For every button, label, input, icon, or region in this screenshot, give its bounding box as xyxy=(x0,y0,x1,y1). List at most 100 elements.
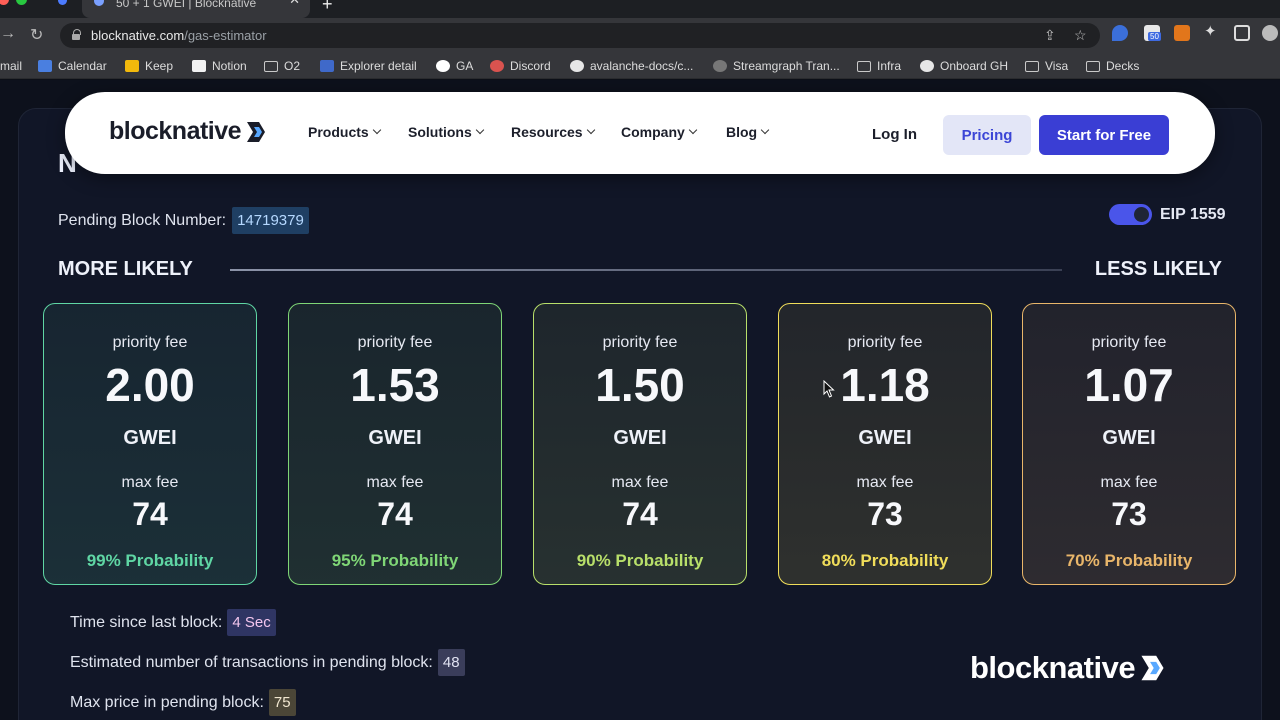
browser-tab-active[interactable]: 50 + 1 GWEI | Blocknative ✕ xyxy=(82,0,310,18)
nav-blog[interactable]: Blog xyxy=(726,124,770,140)
browser-toolbar: → ↻ blocknative.com/gas-estimator ⇪ ☆ 50… xyxy=(0,18,1280,53)
github-icon xyxy=(570,60,584,72)
chevron-down-icon xyxy=(688,125,698,135)
gwei-unit: GWEI xyxy=(613,427,667,449)
folder-icon xyxy=(1086,60,1100,72)
url-text[interactable]: blocknative.com/gas-estimator xyxy=(91,28,267,43)
bookmarks-bar: mail Calendar Keep Notion O2 Explorer de… xyxy=(0,53,1280,79)
tab-title: 50 + 1 GWEI | Blocknative xyxy=(116,0,257,10)
estimate-card-95[interactable]: priority fee 1.53 GWEI max fee 74 95% Pr… xyxy=(288,303,502,585)
site-logo[interactable]: blocknative xyxy=(109,117,267,146)
bookmark-discord[interactable]: Discord xyxy=(490,58,551,74)
watermark-logo: blocknative xyxy=(970,650,1166,686)
max-fee-label: max fee xyxy=(1100,474,1158,491)
bookmark-streamgraph[interactable]: Streamgraph Tran... xyxy=(713,58,840,74)
extension-shield-icon[interactable] xyxy=(1112,25,1128,41)
gwei-unit: GWEI xyxy=(368,427,422,449)
priority-fee-label: priority fee xyxy=(602,334,678,351)
nav-company[interactable]: Company xyxy=(621,124,698,140)
estimated-transactions: Estimated number of transactions in pend… xyxy=(70,649,465,676)
maximize-window-icon[interactable] xyxy=(16,0,27,5)
estimate-card-70[interactable]: priority fee 1.07 GWEI max fee 73 70% Pr… xyxy=(1022,303,1236,585)
priority-fee-value: 1.18 xyxy=(840,359,930,411)
google-icon xyxy=(436,60,450,72)
nav-products[interactable]: Products xyxy=(308,124,381,140)
pending-block: Pending Block Number: 14719379 xyxy=(58,207,309,234)
bookmark-infra[interactable]: Infra xyxy=(857,58,901,74)
max-fee-label: max fee xyxy=(366,474,424,491)
nav-resources[interactable]: Resources xyxy=(511,124,595,140)
tab-favicon-icon[interactable] xyxy=(58,0,67,5)
watermark-text: blocknative xyxy=(970,650,1136,685)
profile-avatar[interactable] xyxy=(1262,25,1278,41)
max-fee-value: 73 xyxy=(867,496,903,532)
eip1559-toggle[interactable] xyxy=(1109,204,1152,225)
probability-label: 95% Probability xyxy=(331,551,459,570)
new-tab-icon[interactable]: + xyxy=(322,0,333,15)
max-fee-value: 73 xyxy=(1111,496,1147,532)
priority-fee-value: 1.07 xyxy=(1084,359,1174,411)
estimate-card-90[interactable]: priority fee 1.50 GWEI max fee 74 90% Pr… xyxy=(533,303,747,585)
nav-solutions[interactable]: Solutions xyxy=(408,124,485,140)
likelihood-scale: MORE LIKELY LESS LIKELY xyxy=(58,258,1222,282)
probability-label: 80% Probability xyxy=(821,551,949,570)
site-navbar: blocknative Products Solutions Resources… xyxy=(65,92,1215,174)
start-for-free-button[interactable]: Start for Free xyxy=(1039,115,1169,155)
gwei-unit: GWEI xyxy=(858,427,912,449)
time-since-value: 4 Sec xyxy=(227,609,276,636)
pending-block-label: Pending Block Number: xyxy=(58,211,227,229)
login-link[interactable]: Log In xyxy=(872,126,917,143)
bookmark-decks[interactable]: Decks xyxy=(1086,58,1139,74)
bookmark-avalanche-docs[interactable]: avalanche-docs/c... xyxy=(570,58,693,74)
blocknative-favicon-icon xyxy=(94,0,104,6)
max-price-pending: Max price in pending block: 75 xyxy=(70,689,296,716)
bookmark-notion[interactable]: Notion xyxy=(192,58,247,74)
folder-icon xyxy=(857,60,871,72)
bookmark-calendar[interactable]: Calendar xyxy=(38,58,107,74)
likelihood-divider xyxy=(230,269,1062,271)
probability-label: 90% Probability xyxy=(576,551,704,570)
bookmark-keep[interactable]: Keep xyxy=(125,58,173,74)
bookmark-visa[interactable]: Visa xyxy=(1025,58,1068,74)
bookmark-mail[interactable]: mail xyxy=(0,58,22,74)
estimate-card-99[interactable]: priority fee 2.00 GWEI max fee 74 99% Pr… xyxy=(43,303,257,585)
bookmark-onboard-gh[interactable]: Onboard GH xyxy=(920,58,1008,74)
extension-badge-icon[interactable]: 50 xyxy=(1144,25,1161,41)
metamask-icon[interactable] xyxy=(1174,25,1190,41)
chevron-down-icon xyxy=(372,125,381,135)
bookmark-star-icon[interactable]: ☆ xyxy=(1074,27,1087,44)
chevron-down-icon xyxy=(586,125,595,135)
sidepanel-icon[interactable] xyxy=(1234,25,1250,41)
priority-fee-value: 1.53 xyxy=(350,359,440,411)
bookmark-explorer-detail[interactable]: Explorer detail xyxy=(320,58,417,74)
pricing-button[interactable]: Pricing xyxy=(943,115,1031,155)
extensions-puzzle-icon[interactable]: ✦ xyxy=(1204,22,1220,40)
gwei-unit: GWEI xyxy=(123,427,177,449)
time-since-last-block: Time since last block: 4 Sec xyxy=(70,609,276,636)
logo-text: blocknative xyxy=(109,117,242,145)
bookmark-o2[interactable]: O2 xyxy=(264,58,300,74)
probability-label: 70% Probability xyxy=(1065,551,1193,570)
close-tab-icon[interactable]: ✕ xyxy=(289,0,300,6)
address-bar[interactable]: blocknative.com/gas-estimator ⇪ ☆ xyxy=(60,23,1100,48)
lock-icon xyxy=(72,29,81,40)
forward-icon[interactable]: → xyxy=(0,25,16,43)
share-icon[interactable]: ⇪ xyxy=(1044,27,1056,44)
calendar-icon xyxy=(38,60,52,72)
priority-fee-label: priority fee xyxy=(112,334,188,351)
blocknative-logo-icon xyxy=(247,121,266,142)
keep-icon xyxy=(125,60,139,72)
extension-badge-count: 50 xyxy=(1148,32,1161,41)
github-icon xyxy=(920,60,934,72)
close-window-icon[interactable] xyxy=(0,0,9,5)
priority-fee-value: 1.50 xyxy=(595,359,685,411)
max-fee-value: 74 xyxy=(622,496,658,532)
folder-icon xyxy=(1025,60,1039,72)
estimate-card-80[interactable]: priority fee 1.18 GWEI max fee 73 80% Pr… xyxy=(778,303,992,585)
reload-icon[interactable]: ↻ xyxy=(30,25,43,45)
priority-fee-label: priority fee xyxy=(847,334,923,351)
max-fee-label: max fee xyxy=(121,474,179,491)
bookmark-ga[interactable]: GA xyxy=(436,58,473,74)
estimated-transactions-value: 48 xyxy=(437,649,465,676)
max-fee-label: max fee xyxy=(611,474,669,491)
